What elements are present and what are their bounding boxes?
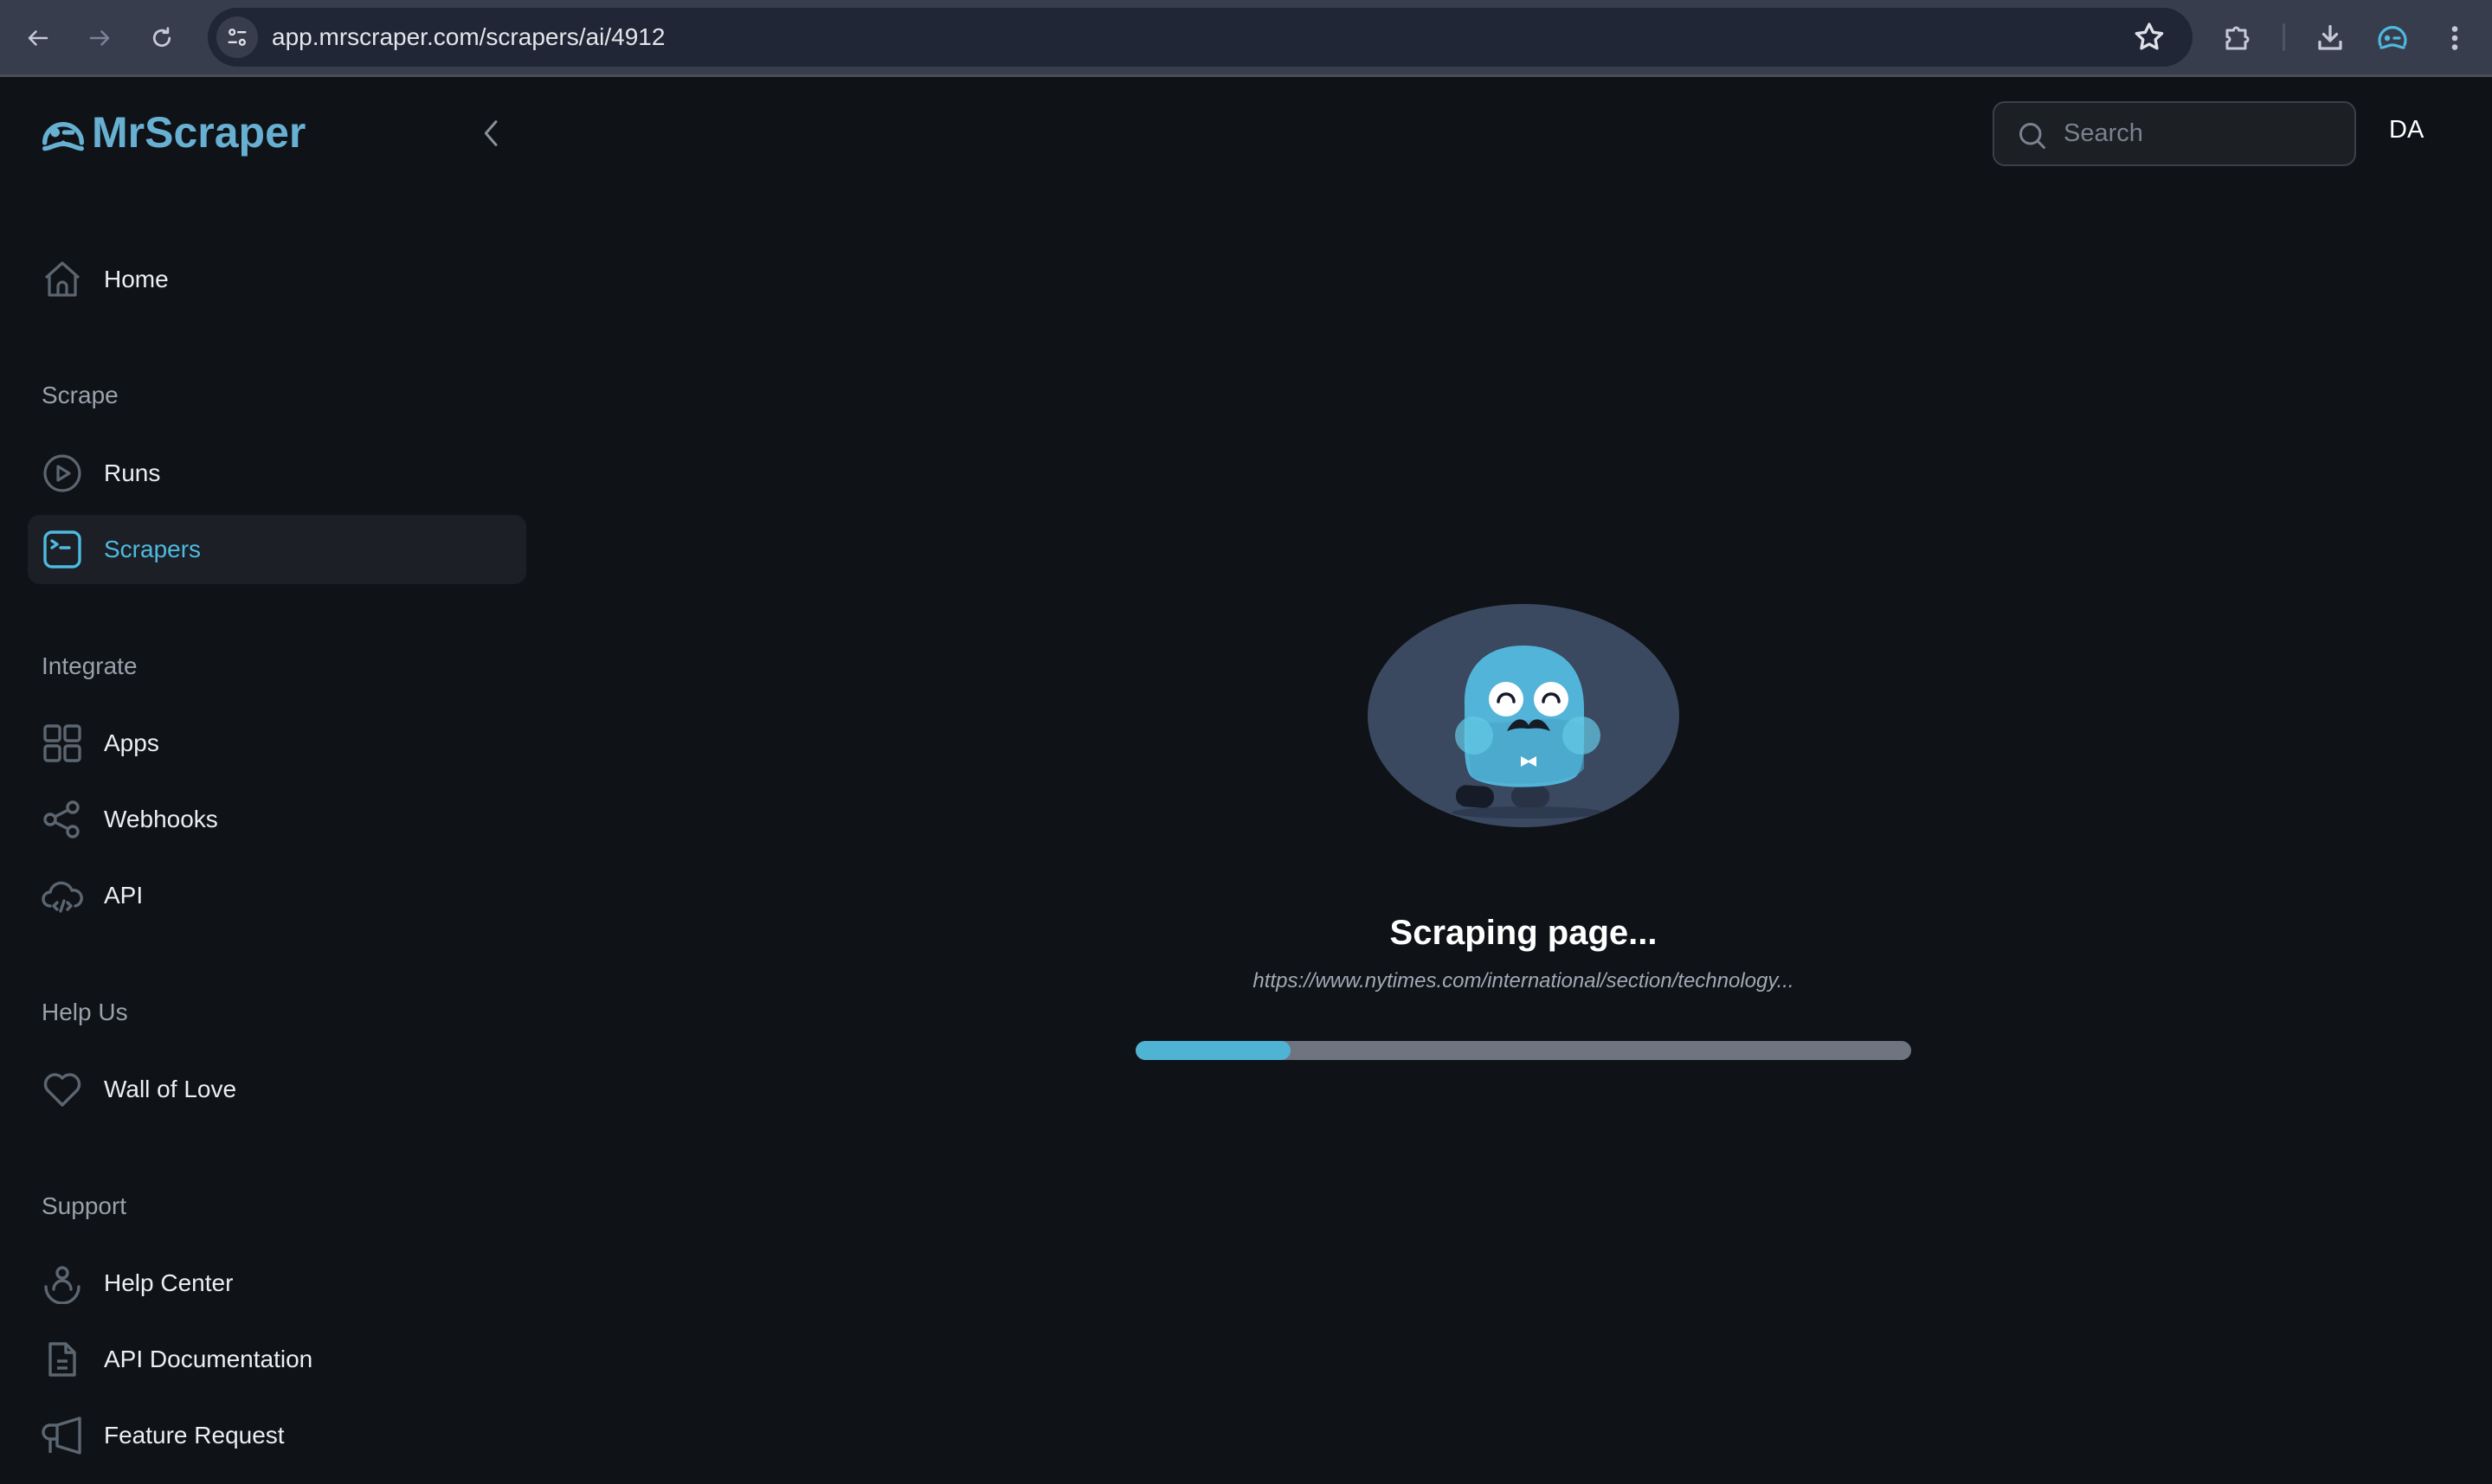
forward-icon	[89, 30, 110, 46]
sidebar-item-api[interactable]: API	[28, 861, 526, 930]
mrscraper-logo-icon	[42, 122, 85, 151]
sidebar-item-label: Webhooks	[104, 806, 218, 832]
user-avatar[interactable]: DA	[2389, 116, 2424, 145]
document-icon	[48, 1342, 76, 1377]
sidebar-item-scrapers[interactable]: Scrapers	[28, 515, 526, 584]
more-menu-button[interactable]	[2436, 19, 2474, 57]
sidebar-item-label: Help Center	[104, 1269, 234, 1296]
grid-icon	[43, 724, 81, 762]
section-heading-integrate: Integrate	[42, 652, 138, 679]
sidebar-item-label: Home	[104, 266, 169, 292]
browser-toolbar: app.mrscraper.com/scrapers/ai/4912	[0, 0, 2492, 77]
profile-button[interactable]	[2373, 19, 2412, 57]
site-info-icon	[228, 29, 247, 46]
search-icon	[2019, 123, 2045, 149]
address-bar[interactable]: app.mrscraper.com/scrapers/ai/4912	[208, 8, 2193, 67]
status-title: Scraping page...	[1389, 914, 1658, 952]
share-icon	[43, 800, 80, 838]
progress-bar-fill	[1136, 1041, 1291, 1060]
reload-icon	[152, 27, 171, 48]
person-support-icon	[44, 1266, 80, 1304]
back-button[interactable]	[19, 19, 57, 57]
status-url: https://www.nytimes.com/international/se…	[1252, 969, 1794, 993]
site-info-button[interactable]	[216, 16, 258, 58]
sidebar-item-feature-request[interactable]: Feature Request	[28, 1401, 526, 1470]
search-input[interactable]	[2064, 103, 2341, 164]
app-logo[interactable]: MrScraper	[40, 107, 306, 157]
sidebar-item-label: Apps	[104, 729, 159, 756]
section-heading-help-us: Help Us	[42, 999, 128, 1025]
reload-button[interactable]	[143, 19, 181, 57]
chevron-left-icon	[484, 120, 498, 146]
megaphone-icon	[42, 1417, 81, 1455]
sidebar-item-runs[interactable]: Runs	[28, 439, 526, 508]
toolbar-separator	[2283, 23, 2285, 51]
mascot-icon	[1452, 646, 1604, 819]
logo-text: MrScraper	[92, 108, 306, 157]
back-icon	[28, 30, 48, 46]
sidebar-item-label: Scrapers	[104, 536, 202, 562]
sidebar-item-wall-of-love[interactable]: Wall of Love	[28, 1055, 526, 1124]
terminal-icon	[43, 530, 81, 569]
url-text[interactable]: app.mrscraper.com/scrapers/ai/4912	[272, 8, 665, 67]
sidebar-item-apps[interactable]: Apps	[28, 709, 526, 778]
sidebar-item-label: API Documentation	[104, 1346, 313, 1372]
home-icon	[44, 261, 80, 297]
more-menu-icon	[2451, 26, 2458, 50]
forward-button[interactable]	[80, 19, 119, 57]
section-heading-scrape: Scrape	[42, 382, 119, 408]
extensions-icon	[2225, 26, 2250, 50]
profile-mrscraper-icon	[2378, 26, 2407, 49]
mascot-illustration	[1368, 604, 1679, 827]
section-heading-support: Support	[42, 1192, 127, 1219]
sidebar-item-help-center[interactable]: Help Center	[28, 1249, 526, 1318]
bookmark-button[interactable]	[2132, 20, 2167, 55]
sidebar-item-api-documentation[interactable]: API Documentation	[28, 1325, 526, 1394]
sidebar-item-label: Wall of Love	[104, 1076, 237, 1102]
heart-icon	[43, 1073, 81, 1107]
play-circle-icon	[43, 454, 81, 492]
download-icon	[2318, 24, 2342, 50]
cloud-code-icon	[42, 881, 83, 913]
progress-bar	[1136, 1041, 1911, 1060]
sidebar-item-home[interactable]: Home	[28, 245, 526, 314]
sidebar-item-webhooks[interactable]: Webhooks	[28, 785, 526, 854]
extensions-button[interactable]	[2218, 19, 2257, 57]
search-box[interactable]	[1993, 101, 2356, 166]
downloads-button[interactable]	[2311, 19, 2349, 57]
sidebar-item-label: API	[104, 882, 144, 909]
bookmark-star-icon	[2135, 22, 2164, 50]
sidebar-item-label: Feature Request	[104, 1422, 285, 1449]
sidebar-item-label: Runs	[104, 459, 161, 486]
collapse-sidebar-button[interactable]	[474, 116, 509, 151]
